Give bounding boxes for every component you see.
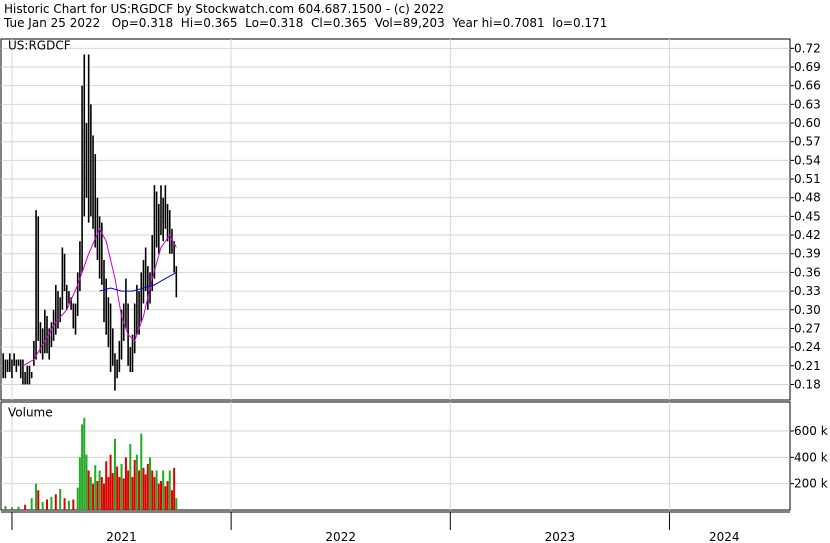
price-panel: 0.72 0.69 0.66 0.63 0.60 0.57 0.54 0.51 0.48 0.45… bbox=[0, 38, 821, 401]
volume-bar bbox=[111, 473, 114, 510]
volume-bar bbox=[17, 506, 20, 510]
price-tick-label: 0.69 bbox=[794, 60, 821, 74]
volume-bar bbox=[78, 457, 81, 510]
stock-chart: 0.72 0.69 0.66 0.63 0.60 0.57 0.54 0.51 0.48 0.45… bbox=[0, 38, 828, 543]
volume-tick-label: 200 k bbox=[794, 477, 828, 491]
year-label: 2021 bbox=[106, 530, 137, 543]
volume-bar bbox=[30, 498, 33, 510]
volume-bar bbox=[120, 463, 123, 510]
volume-bar bbox=[131, 477, 134, 510]
price-tick-label: 0.24 bbox=[794, 340, 821, 354]
volume-bar bbox=[116, 466, 119, 510]
volume-bar bbox=[96, 481, 99, 510]
price-tick-label: 0.30 bbox=[794, 303, 821, 317]
volume-bar bbox=[168, 470, 171, 510]
price-tick-label: 0.42 bbox=[794, 228, 821, 242]
volume-bar bbox=[149, 457, 152, 510]
volume-bar bbox=[170, 490, 173, 510]
volume-bar bbox=[164, 486, 167, 510]
volume-bar bbox=[92, 483, 95, 510]
volume-bar bbox=[85, 454, 88, 510]
volume-bar bbox=[153, 477, 156, 510]
volume-bar bbox=[146, 463, 149, 510]
volume-bar bbox=[10, 507, 13, 510]
price-tick-label: 0.63 bbox=[794, 97, 821, 111]
year-label: 2023 bbox=[545, 530, 576, 543]
volume-bar bbox=[37, 490, 40, 510]
price-tick-label: 0.48 bbox=[794, 191, 821, 205]
volume-bar bbox=[83, 417, 86, 510]
price-panel-title: US:RGDCF bbox=[8, 39, 71, 53]
volume-bar bbox=[87, 470, 90, 510]
price-tick-label: 0.66 bbox=[794, 79, 821, 93]
volume-bar bbox=[105, 461, 108, 510]
volume-bar bbox=[50, 496, 53, 510]
volume-bar bbox=[94, 465, 97, 510]
volume-bar bbox=[46, 499, 49, 510]
volume-bar bbox=[140, 433, 143, 510]
price-tick-label: 0.51 bbox=[794, 172, 821, 186]
time-axis: 2021 2022 2023 2024 bbox=[1, 511, 790, 543]
volume-panel: 600 k 400 k 200 k Volume bbox=[0, 401, 828, 511]
volume-bar bbox=[24, 504, 27, 510]
volume-bar bbox=[67, 500, 70, 510]
price-tick-label: 0.72 bbox=[794, 41, 821, 55]
price-tick-label: 0.60 bbox=[794, 116, 821, 130]
volume-bar bbox=[35, 483, 38, 510]
price-tick-label: 0.39 bbox=[794, 247, 821, 261]
price-axis-ticks: 0.72 0.69 0.66 0.63 0.60 0.57 0.54 0.51 0.48 0.45… bbox=[790, 41, 821, 391]
volume-bar bbox=[54, 494, 57, 510]
volume-bar bbox=[103, 483, 106, 510]
volume-panel-title: Volume bbox=[8, 406, 53, 420]
price-tick-label: 0.33 bbox=[794, 284, 821, 298]
volume-bar bbox=[166, 481, 169, 510]
volume-bar bbox=[122, 478, 125, 510]
year-label: 2022 bbox=[325, 530, 356, 543]
volume-bar bbox=[109, 454, 112, 510]
price-tick-label: 0.45 bbox=[794, 209, 821, 223]
price-tick-label: 0.18 bbox=[794, 377, 821, 391]
volume-bar bbox=[118, 477, 121, 510]
time-axis-labels: 2021 2022 2023 2024 bbox=[11, 512, 740, 543]
price-tick-label: 0.57 bbox=[794, 135, 821, 149]
volume-bar bbox=[59, 488, 62, 510]
volume-bar bbox=[41, 502, 44, 510]
volume-bar bbox=[159, 481, 162, 510]
price-tick-label: 0.21 bbox=[794, 359, 821, 373]
volume-tick-label: 400 k bbox=[794, 450, 828, 464]
volume-bar bbox=[89, 477, 92, 510]
year-label: 2024 bbox=[709, 530, 740, 543]
volume-bar bbox=[157, 483, 160, 510]
volume-bar bbox=[162, 470, 165, 510]
volume-bar bbox=[142, 467, 145, 510]
price-tick-label: 0.54 bbox=[794, 153, 821, 167]
volume-bar bbox=[98, 470, 101, 510]
price-tick-label: 0.27 bbox=[794, 321, 821, 335]
volume-bar bbox=[4, 506, 7, 510]
price-tick-label: 0.36 bbox=[794, 265, 821, 279]
volume-bar bbox=[151, 470, 154, 510]
volume-bar bbox=[144, 474, 147, 510]
volume-bar bbox=[81, 424, 84, 510]
volume-bar bbox=[63, 498, 66, 510]
volume-bar bbox=[155, 470, 158, 510]
volume-bar bbox=[133, 459, 136, 510]
volume-bar bbox=[135, 454, 138, 510]
volume-bar bbox=[100, 477, 103, 510]
volume-bar bbox=[76, 487, 79, 510]
volume-bar bbox=[72, 499, 75, 510]
volume-bar bbox=[107, 477, 110, 510]
volume-bar bbox=[113, 438, 116, 510]
volume-bar bbox=[129, 444, 132, 510]
volume-bar bbox=[175, 498, 178, 510]
volume-bar bbox=[138, 470, 141, 510]
volume-axis-ticks: 600 k 400 k 200 k bbox=[790, 424, 828, 491]
volume-bar bbox=[127, 470, 130, 510]
volume-tick-label: 600 k bbox=[794, 424, 828, 438]
volume-bar bbox=[173, 467, 176, 510]
volume-bar bbox=[124, 457, 127, 510]
